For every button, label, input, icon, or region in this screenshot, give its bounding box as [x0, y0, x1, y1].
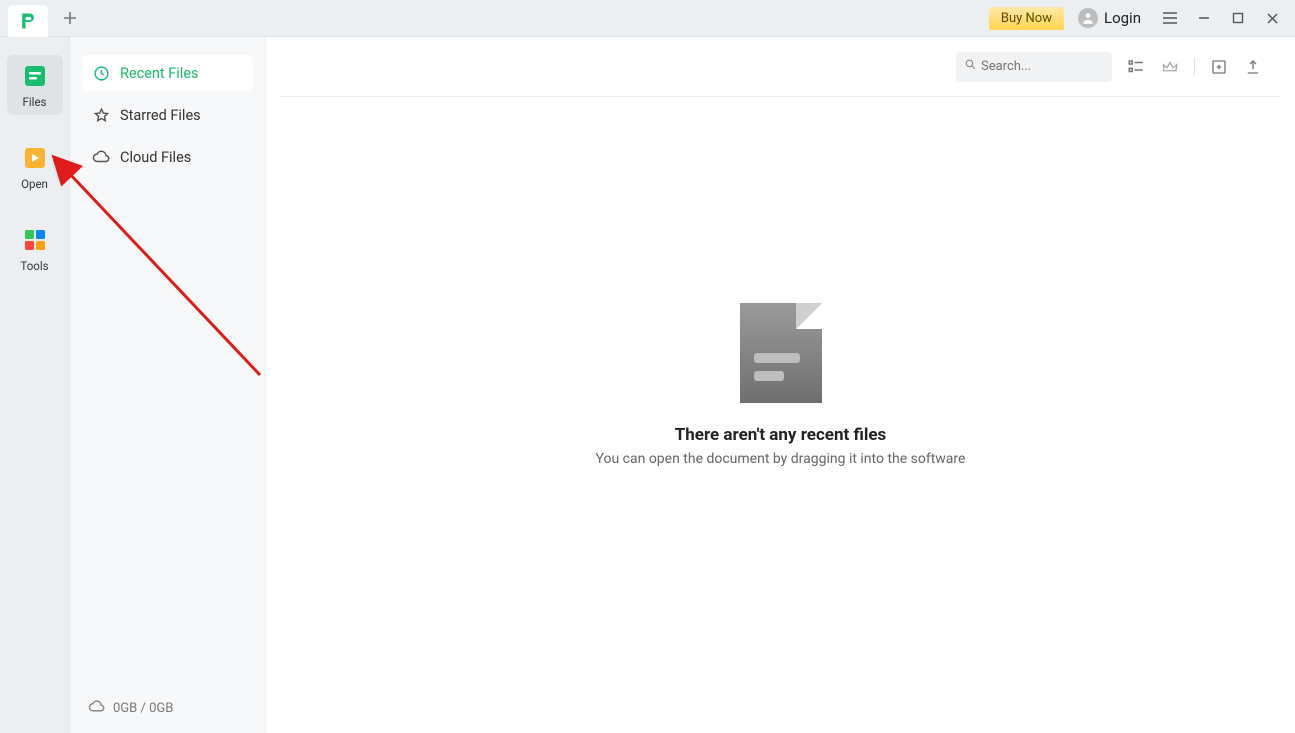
rail-item-open[interactable]: Open — [7, 137, 63, 197]
sidebar-item-starred[interactable]: Starred Files — [82, 97, 253, 133]
empty-subtitle: You can open the document by dragging it… — [596, 451, 966, 467]
buy-now-button[interactable]: Buy Now — [989, 7, 1064, 30]
avatar-icon — [1078, 8, 1098, 28]
login-button[interactable]: Login — [1078, 8, 1141, 28]
new-tab-button[interactable] — [56, 4, 84, 32]
rail-label-open: Open — [21, 177, 48, 191]
main-area: Files Open Tools Recent Files Star — [0, 37, 1295, 733]
content-area: There aren't any recent files You can op… — [266, 37, 1295, 733]
empty-state: There aren't any recent files You can op… — [266, 67, 1295, 703]
sidebar: Recent Files Starred Files Cloud Files 0… — [70, 37, 266, 733]
minimize-icon[interactable] — [1189, 4, 1219, 32]
app-logo-icon — [18, 11, 38, 31]
clock-icon — [92, 64, 110, 82]
hamburger-menu-icon[interactable] — [1155, 4, 1185, 32]
empty-title: There aren't any recent files — [675, 425, 887, 445]
tools-icon — [20, 225, 50, 255]
star-icon — [92, 106, 110, 124]
app-tab[interactable] — [8, 5, 48, 37]
cloud-icon — [92, 148, 110, 166]
titlebar-right: Buy Now Login — [989, 4, 1295, 32]
sidebar-label-cloud: Cloud Files — [120, 149, 191, 166]
rail-item-tools[interactable]: Tools — [7, 219, 63, 279]
empty-document-icon — [740, 303, 822, 403]
rail-item-files[interactable]: Files — [7, 55, 63, 115]
files-icon — [20, 61, 50, 91]
left-rail: Files Open Tools — [0, 37, 70, 733]
sidebar-item-recent[interactable]: Recent Files — [82, 55, 253, 91]
rail-label-tools: Tools — [20, 259, 48, 273]
titlebar: Buy Now Login — [0, 0, 1295, 37]
titlebar-left — [0, 0, 84, 36]
close-icon[interactable] — [1257, 4, 1287, 32]
cloud-small-icon — [88, 698, 105, 719]
storage-indicator: 0GB / 0GB — [82, 684, 253, 733]
open-icon — [20, 143, 50, 173]
login-label: Login — [1104, 9, 1141, 27]
rail-label-files: Files — [23, 95, 47, 109]
storage-text: 0GB / 0GB — [113, 701, 173, 716]
sidebar-item-cloud[interactable]: Cloud Files — [82, 139, 253, 175]
sidebar-label-starred: Starred Files — [120, 107, 201, 124]
sidebar-label-recent: Recent Files — [120, 65, 199, 82]
maximize-icon[interactable] — [1223, 4, 1253, 32]
